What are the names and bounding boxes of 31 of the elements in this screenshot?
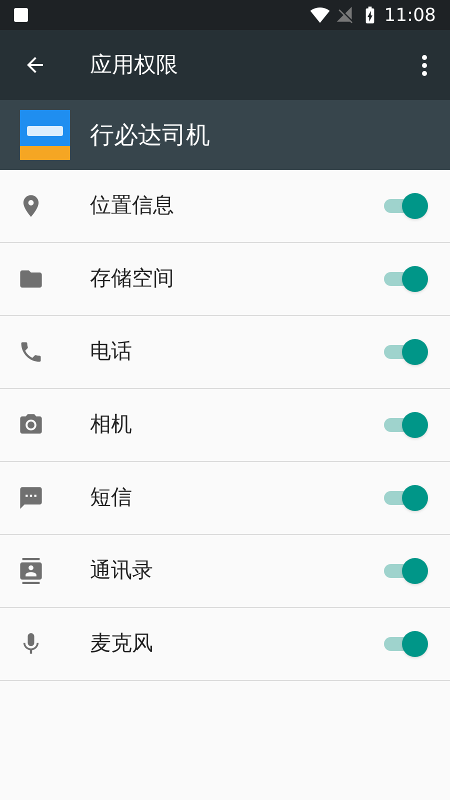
permission-row[interactable]: 相机 (0, 389, 450, 462)
permission-label: 麦克风 (90, 630, 154, 658)
permission-label: 位置信息 (90, 192, 175, 220)
permission-label: 电话 (90, 338, 133, 366)
permission-row[interactable]: 麦克风 (0, 608, 450, 681)
permission-switch[interactable] (382, 266, 428, 292)
permission-switch[interactable] (382, 631, 428, 657)
permission-row[interactable]: 存储空间 (0, 243, 450, 316)
app-icon (20, 110, 70, 160)
wifi-icon (310, 5, 330, 25)
permission-switch[interactable] (382, 558, 428, 584)
toolbar-title: 应用权限 (90, 52, 179, 80)
permission-switch[interactable] (382, 412, 428, 438)
permission-row[interactable]: 通讯录 (0, 535, 450, 608)
menu-icon (422, 54, 426, 76)
permission-row[interactable]: 短信 (0, 462, 450, 535)
permission-row[interactable]: 位置信息 (0, 170, 450, 243)
contact-card-icon (18, 558, 44, 584)
permission-switch[interactable] (382, 485, 428, 511)
permission-label: 相机 (90, 411, 133, 438)
permission-label: 短信 (90, 484, 133, 512)
notification-icon (14, 8, 28, 22)
permission-switch[interactable] (382, 339, 428, 365)
permission-row[interactable]: 电话 (0, 316, 450, 389)
app-name: 行必达司机 (90, 120, 210, 151)
no-signal-icon (336, 6, 354, 24)
permission-switch[interactable] (382, 193, 428, 219)
permission-label: 存储空间 (90, 265, 175, 292)
message-icon (18, 485, 44, 511)
permission-label: 通讯录 (90, 557, 154, 584)
status-time: 11:08 (384, 4, 436, 28)
